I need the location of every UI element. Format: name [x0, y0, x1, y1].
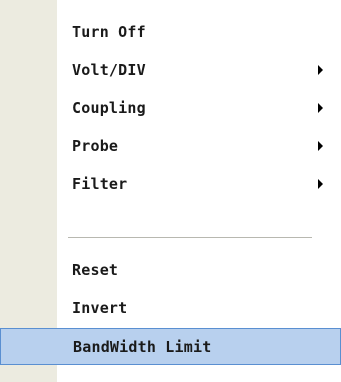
menu-item-coupling[interactable]: Coupling	[0, 89, 341, 127]
submenu-arrow-icon	[318, 141, 323, 151]
menu-item-invert[interactable]: Invert	[0, 289, 341, 327]
menu-item-label: Invert	[72, 299, 128, 317]
menu-item-filter[interactable]: Filter	[0, 165, 341, 203]
submenu-arrow-icon	[318, 179, 323, 189]
menu-item-label: Probe	[72, 137, 119, 155]
context-menu: Turn Off Volt/DIV Coupling Probe Filter …	[0, 0, 341, 382]
menu-separator	[68, 237, 312, 239]
menu-item-volt-div[interactable]: Volt/DIV	[0, 51, 341, 89]
menu-item-reset[interactable]: Reset	[0, 251, 341, 289]
menu-item-label: Filter	[72, 175, 128, 193]
menu-item-label: Volt/DIV	[72, 61, 146, 79]
submenu-arrow-icon	[318, 65, 323, 75]
menu-item-label: BandWidth Limit	[73, 337, 212, 356]
menu-item-probe[interactable]: Probe	[0, 127, 341, 165]
submenu-arrow-icon	[318, 103, 323, 113]
menu-item-label: Turn Off	[72, 23, 146, 41]
menu-item-label: Coupling	[72, 99, 146, 117]
menu-item-turn-off[interactable]: Turn Off	[0, 13, 341, 51]
menu-item-label: Reset	[72, 261, 119, 279]
menu-item-bandwidth-limit[interactable]: BandWidth Limit	[0, 328, 341, 365]
